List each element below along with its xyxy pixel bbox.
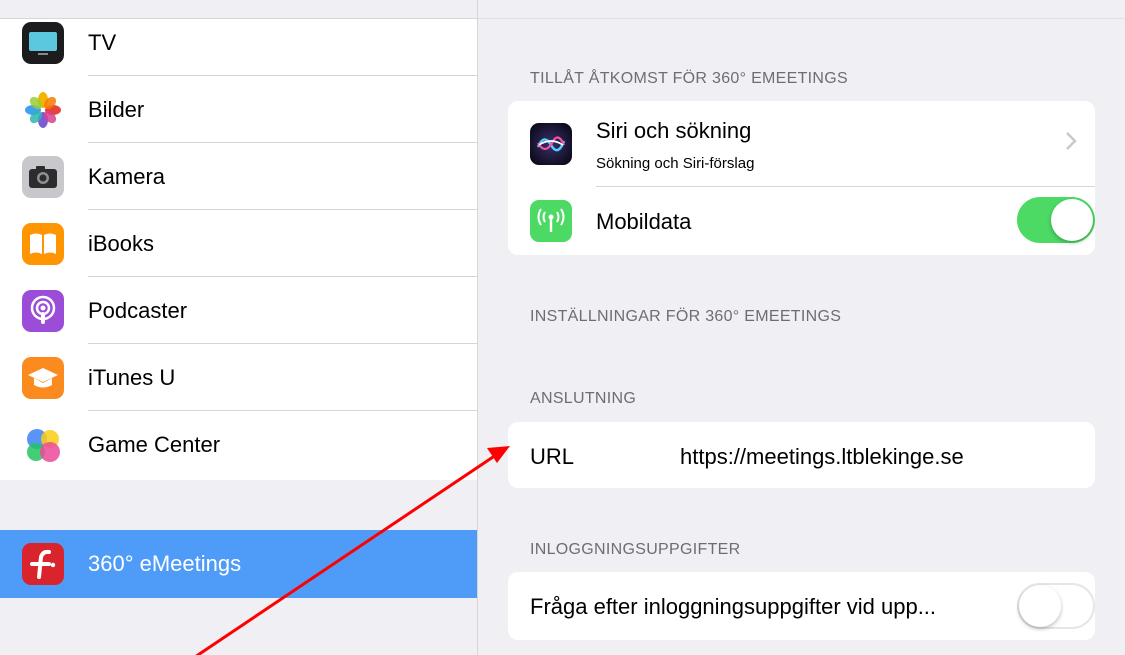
- annotation-arrow: [195, 446, 510, 655]
